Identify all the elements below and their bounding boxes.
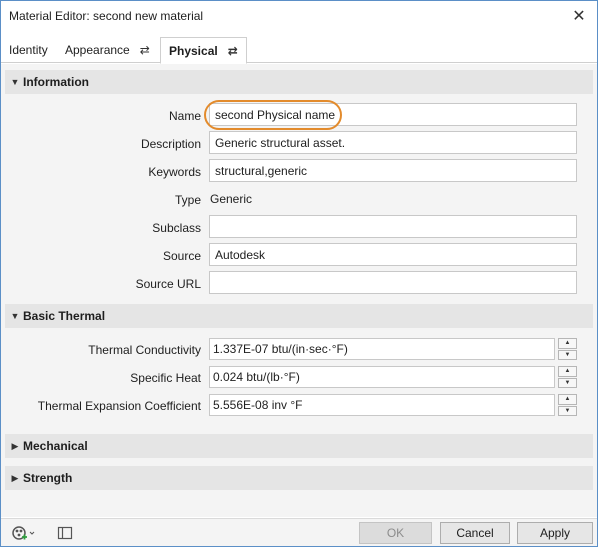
thermal-conductivity-label: Thermal Conductivity (88, 343, 201, 357)
title-bar: Material Editor: second new material ✕ (1, 1, 597, 32)
name-label: Name (168, 109, 201, 123)
apply-button[interactable]: Apply (517, 522, 593, 544)
tab-bar: Identity Appearance ⇄ Physical ⇄ (1, 33, 597, 64)
expand-arrow-icon: ▶ (11, 440, 19, 451)
keywords-label: Keywords (148, 165, 201, 179)
tab-appearance[interactable]: Appearance ⇄ (65, 38, 150, 62)
spin-up-icon[interactable]: ▲ (558, 338, 577, 349)
thermal-conductivity-field[interactable]: 1.337E-07 btu/(in·sec·°F) (209, 338, 555, 360)
specific-heat-field[interactable]: 0.024 btu/(lb·°F) (209, 366, 555, 388)
tab-physical[interactable]: Physical ⇄ (160, 37, 247, 64)
expand-arrow-icon: ▶ (11, 472, 19, 483)
thermal-expansion-spinner[interactable]: ▲ ▼ (558, 394, 577, 416)
material-editor-window: Material Editor: second new material ✕ I… (0, 0, 598, 547)
window-title: Material Editor: second new material (9, 9, 204, 23)
section-title: Basic Thermal (23, 309, 106, 323)
material-options-icon[interactable] (11, 525, 35, 544)
cancel-button[interactable]: Cancel (440, 522, 510, 544)
thermal-conductivity-spinner[interactable]: ▲ ▼ (558, 338, 577, 360)
source-label: Source (162, 249, 201, 263)
section-basic-thermal-header[interactable]: ▼ Basic Thermal (5, 304, 593, 328)
collapse-arrow-icon: ▼ (10, 311, 20, 321)
tab-appearance-label: Appearance (65, 43, 130, 57)
ok-button[interactable]: OK (359, 522, 432, 544)
section-title: Mechanical (23, 439, 88, 453)
spin-down-icon[interactable]: ▼ (558, 349, 577, 360)
subclass-field[interactable] (209, 215, 577, 238)
spin-down-icon[interactable]: ▼ (558, 405, 577, 416)
close-icon[interactable]: ✕ (567, 5, 591, 27)
spin-up-icon[interactable]: ▲ (558, 366, 577, 377)
thermal-expansion-field[interactable]: 5.556E-08 inv °F (209, 394, 555, 416)
specific-heat-label: Specific Heat (130, 371, 201, 385)
browser-panel-icon[interactable] (57, 525, 73, 544)
type-value: Generic (210, 192, 253, 206)
description-label: Description (140, 137, 201, 151)
tab-identity[interactable]: Identity (9, 38, 48, 62)
collapse-arrow-icon: ▼ (10, 77, 20, 87)
thermal-expansion-label: Thermal Expansion Coefficient (37, 399, 201, 413)
swap-icon[interactable]: ⇄ (228, 44, 238, 58)
physical-properties-panel: ▼ Information Name second Physical name … (1, 64, 597, 517)
section-title: Strength (23, 471, 73, 485)
type-label: Type (174, 193, 201, 207)
spin-down-icon[interactable]: ▼ (558, 377, 577, 388)
spin-up-icon[interactable]: ▲ (558, 394, 577, 405)
source-field[interactable]: Autodesk (209, 243, 577, 266)
keywords-field[interactable]: structural,generic (209, 159, 577, 182)
section-information-header[interactable]: ▼ Information (5, 70, 593, 94)
tab-identity-label: Identity (9, 43, 48, 57)
section-strength-header[interactable]: ▶ Strength (5, 466, 593, 490)
specific-heat-spinner[interactable]: ▲ ▼ (558, 366, 577, 388)
subclass-label: Subclass (152, 221, 201, 235)
swap-icon[interactable]: ⇄ (140, 43, 150, 57)
name-field[interactable]: second Physical name (209, 103, 577, 126)
source-url-field[interactable] (209, 271, 577, 294)
tab-physical-label: Physical (169, 43, 218, 58)
section-mechanical-header[interactable]: ▶ Mechanical (5, 434, 593, 458)
source-url-label: Source URL (135, 277, 201, 291)
section-title: Information (23, 75, 89, 89)
dialog-footer: OK Cancel Apply (1, 518, 597, 546)
description-field[interactable]: Generic structural asset. (209, 131, 577, 154)
